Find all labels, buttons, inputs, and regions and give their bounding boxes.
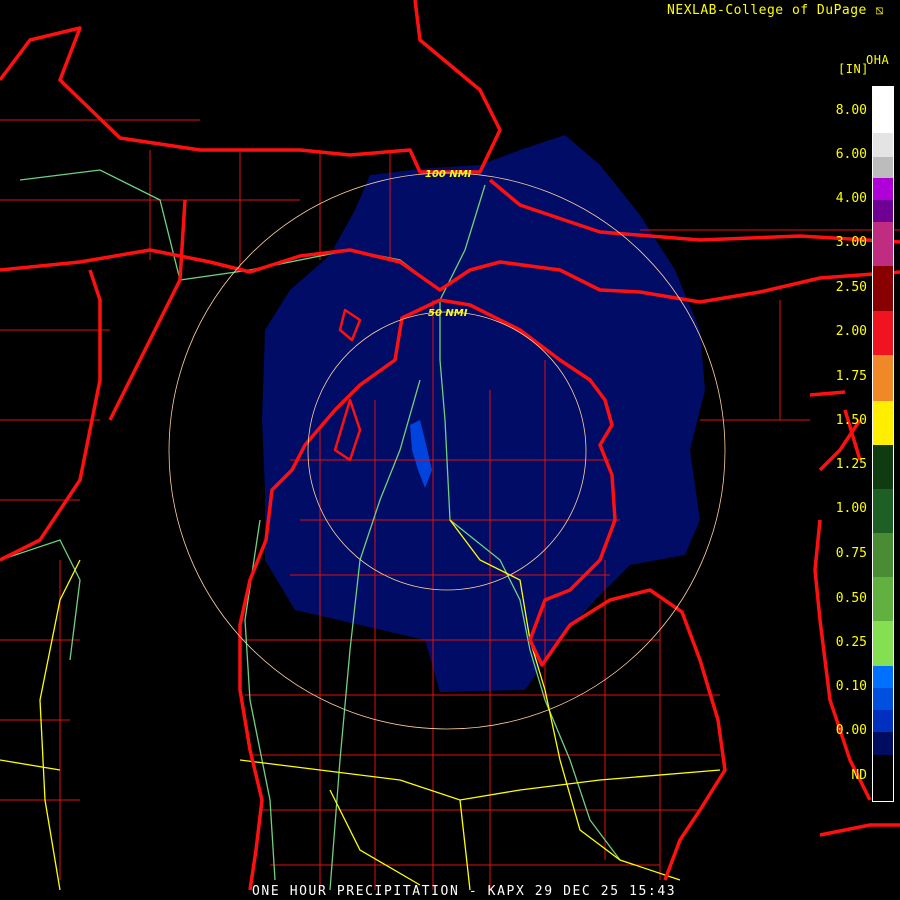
legend-swatch bbox=[873, 222, 893, 266]
legend-tick-label: 3.00 bbox=[835, 235, 867, 250]
legend-swatch bbox=[873, 710, 893, 732]
product-caption: ONE HOUR PRECIPITATION - KAPX 29 DEC 25 … bbox=[252, 884, 677, 899]
legend-swatch bbox=[873, 200, 893, 222]
legend-swatch bbox=[873, 445, 893, 489]
legend-swatch bbox=[873, 577, 893, 621]
legend-swatch bbox=[873, 666, 893, 688]
legend-swatch bbox=[873, 732, 893, 755]
credit-label: NEXLAB-College of DuPage bbox=[667, 3, 867, 18]
legend-product: OHA bbox=[866, 53, 890, 67]
legend-tick-label: 0.25 bbox=[835, 635, 867, 650]
legend-tick-label: 0.50 bbox=[835, 591, 867, 606]
credit-text: NEXLAB-College of DuPage ⧅ bbox=[667, 3, 884, 18]
legend-tick-label: 6.00 bbox=[835, 147, 867, 162]
legend-swatch bbox=[873, 355, 893, 401]
legend-tick-label: ND bbox=[851, 768, 867, 783]
legend-tick-label: 2.50 bbox=[835, 280, 867, 295]
legend-tick-label: 8.00 bbox=[835, 103, 867, 118]
nexlab-logo-icon: ⧅ bbox=[875, 3, 884, 18]
legend-swatch bbox=[873, 688, 893, 710]
legend-colorbar bbox=[872, 86, 894, 802]
legend-tick-label: 4.00 bbox=[835, 191, 867, 206]
legend-tick-label: 0.00 bbox=[835, 723, 867, 738]
legend-swatch bbox=[873, 311, 893, 355]
legend-swatch bbox=[873, 266, 893, 311]
radar-map: 100 NMI 50 NMI bbox=[0, 0, 900, 891]
legend-swatch bbox=[873, 157, 893, 178]
legend-swatch bbox=[873, 401, 893, 445]
legend-tick-label: 1.50 bbox=[835, 413, 867, 428]
legend-swatch bbox=[873, 755, 893, 801]
legend-tick-label: 1.00 bbox=[835, 501, 867, 516]
legend-swatch bbox=[873, 178, 893, 200]
legend-tick-label: 1.75 bbox=[835, 369, 867, 384]
legend-swatch bbox=[873, 621, 893, 666]
ring-label-100: 100 NMI bbox=[425, 169, 472, 180]
radar-echo-area bbox=[262, 135, 705, 692]
radar-display: 100 NMI 50 NMI NEXLAB-College of DuPage … bbox=[0, 0, 900, 900]
legend-swatch bbox=[873, 533, 893, 577]
legend-swatch bbox=[873, 489, 893, 533]
legend-units: [IN] bbox=[838, 62, 869, 76]
legend-swatch bbox=[873, 87, 893, 133]
legend-swatch bbox=[873, 133, 893, 157]
legend-tick-label: 0.10 bbox=[835, 679, 867, 694]
legend-tick-label: 0.75 bbox=[835, 546, 867, 561]
legend-tick-label: 2.00 bbox=[835, 324, 867, 339]
legend-tick-label: 1.25 bbox=[835, 457, 867, 472]
ring-label-50: 50 NMI bbox=[428, 308, 468, 319]
